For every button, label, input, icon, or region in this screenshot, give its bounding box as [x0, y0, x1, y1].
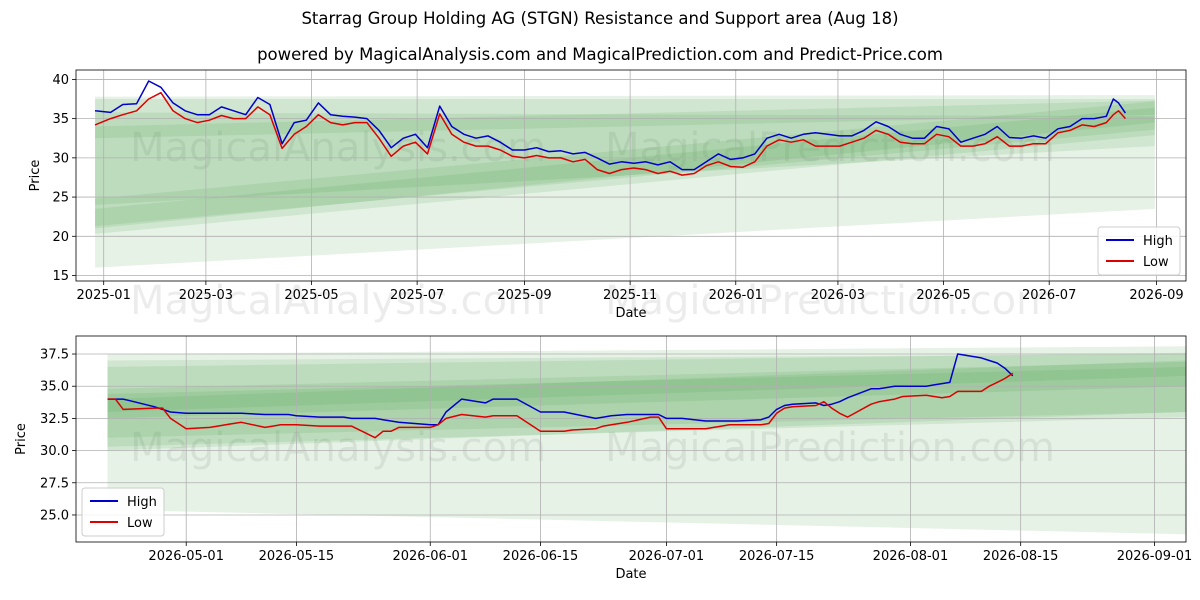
y-tick-label: 30.0 — [40, 444, 69, 459]
x-tick-label: 2026-03 — [811, 288, 865, 303]
x-tick-label: 2026-09-01 — [1117, 549, 1193, 564]
legend-label-low: Low — [127, 516, 153, 531]
x-tick-label: 2026-08-15 — [983, 549, 1059, 564]
x-tick-label: 2026-05-15 — [259, 549, 335, 564]
y-tick-label: 32.5 — [40, 412, 69, 427]
legend: High Low — [1097, 226, 1181, 276]
legend-label-high: High — [127, 495, 157, 510]
x-tick-label: 2025-09 — [497, 288, 551, 303]
x-tick-label: 2025-01 — [77, 288, 131, 303]
x-tick-label: 2026-05-01 — [148, 549, 224, 564]
y-tick-label: 35.0 — [40, 380, 69, 395]
x-tick-label: 2026-06-15 — [503, 549, 579, 564]
x-tick-label: 2026-09 — [1129, 288, 1183, 303]
y-tick-label: 20 — [52, 230, 69, 245]
legend: High Low — [81, 487, 165, 537]
y-axis-label: Price — [28, 160, 43, 192]
y-tick-label: 40 — [52, 73, 69, 88]
x-tick-label: 2026-05 — [916, 288, 970, 303]
legend-label-high: High — [1143, 234, 1173, 249]
legend-label-low: Low — [1143, 255, 1169, 270]
y-tick-label: 35 — [52, 112, 69, 127]
y-tick-label: 30 — [52, 151, 69, 166]
x-tick-label: 2025-03 — [179, 288, 233, 303]
x-tick-label: 2026-06-01 — [392, 549, 468, 564]
chart-canvas: 2025-01 2025-03 2025-05 2025-07 2025-09 2025-… — [14, 69, 1193, 582]
x-tick-label: 2026-07 — [1022, 288, 1076, 303]
y-tick-label: 37.5 — [40, 348, 69, 363]
x-tick-label: 2025-05 — [284, 288, 338, 303]
y-tick-label: 27.5 — [40, 476, 69, 491]
x-tick-label: 2026-07-01 — [629, 549, 705, 564]
chart-panel-1: 2025-01 2025-03 2025-05 2025-07 2025-09 2025-… — [28, 69, 1187, 321]
y-tick-label: 25.0 — [40, 508, 69, 523]
x-axis-label: Date — [615, 567, 646, 582]
x-tick-label: 2026-01 — [709, 288, 763, 303]
x-axis-label: Date — [615, 306, 646, 321]
x-tick-label: 2025-11 — [603, 288, 657, 303]
chart-panel-2: 2026-05-01 2026-05-15 2026-06-01 2026-06-15… — [14, 335, 1193, 582]
x-tick-label: 2026-07-15 — [739, 549, 815, 564]
x-tick-label: 2026-08-01 — [873, 549, 949, 564]
y-axis-label: Price — [14, 423, 29, 455]
y-tick-label: 25 — [52, 191, 69, 206]
y-tick-label: 15 — [52, 269, 69, 284]
x-tick-label: 2025-07 — [390, 288, 444, 303]
